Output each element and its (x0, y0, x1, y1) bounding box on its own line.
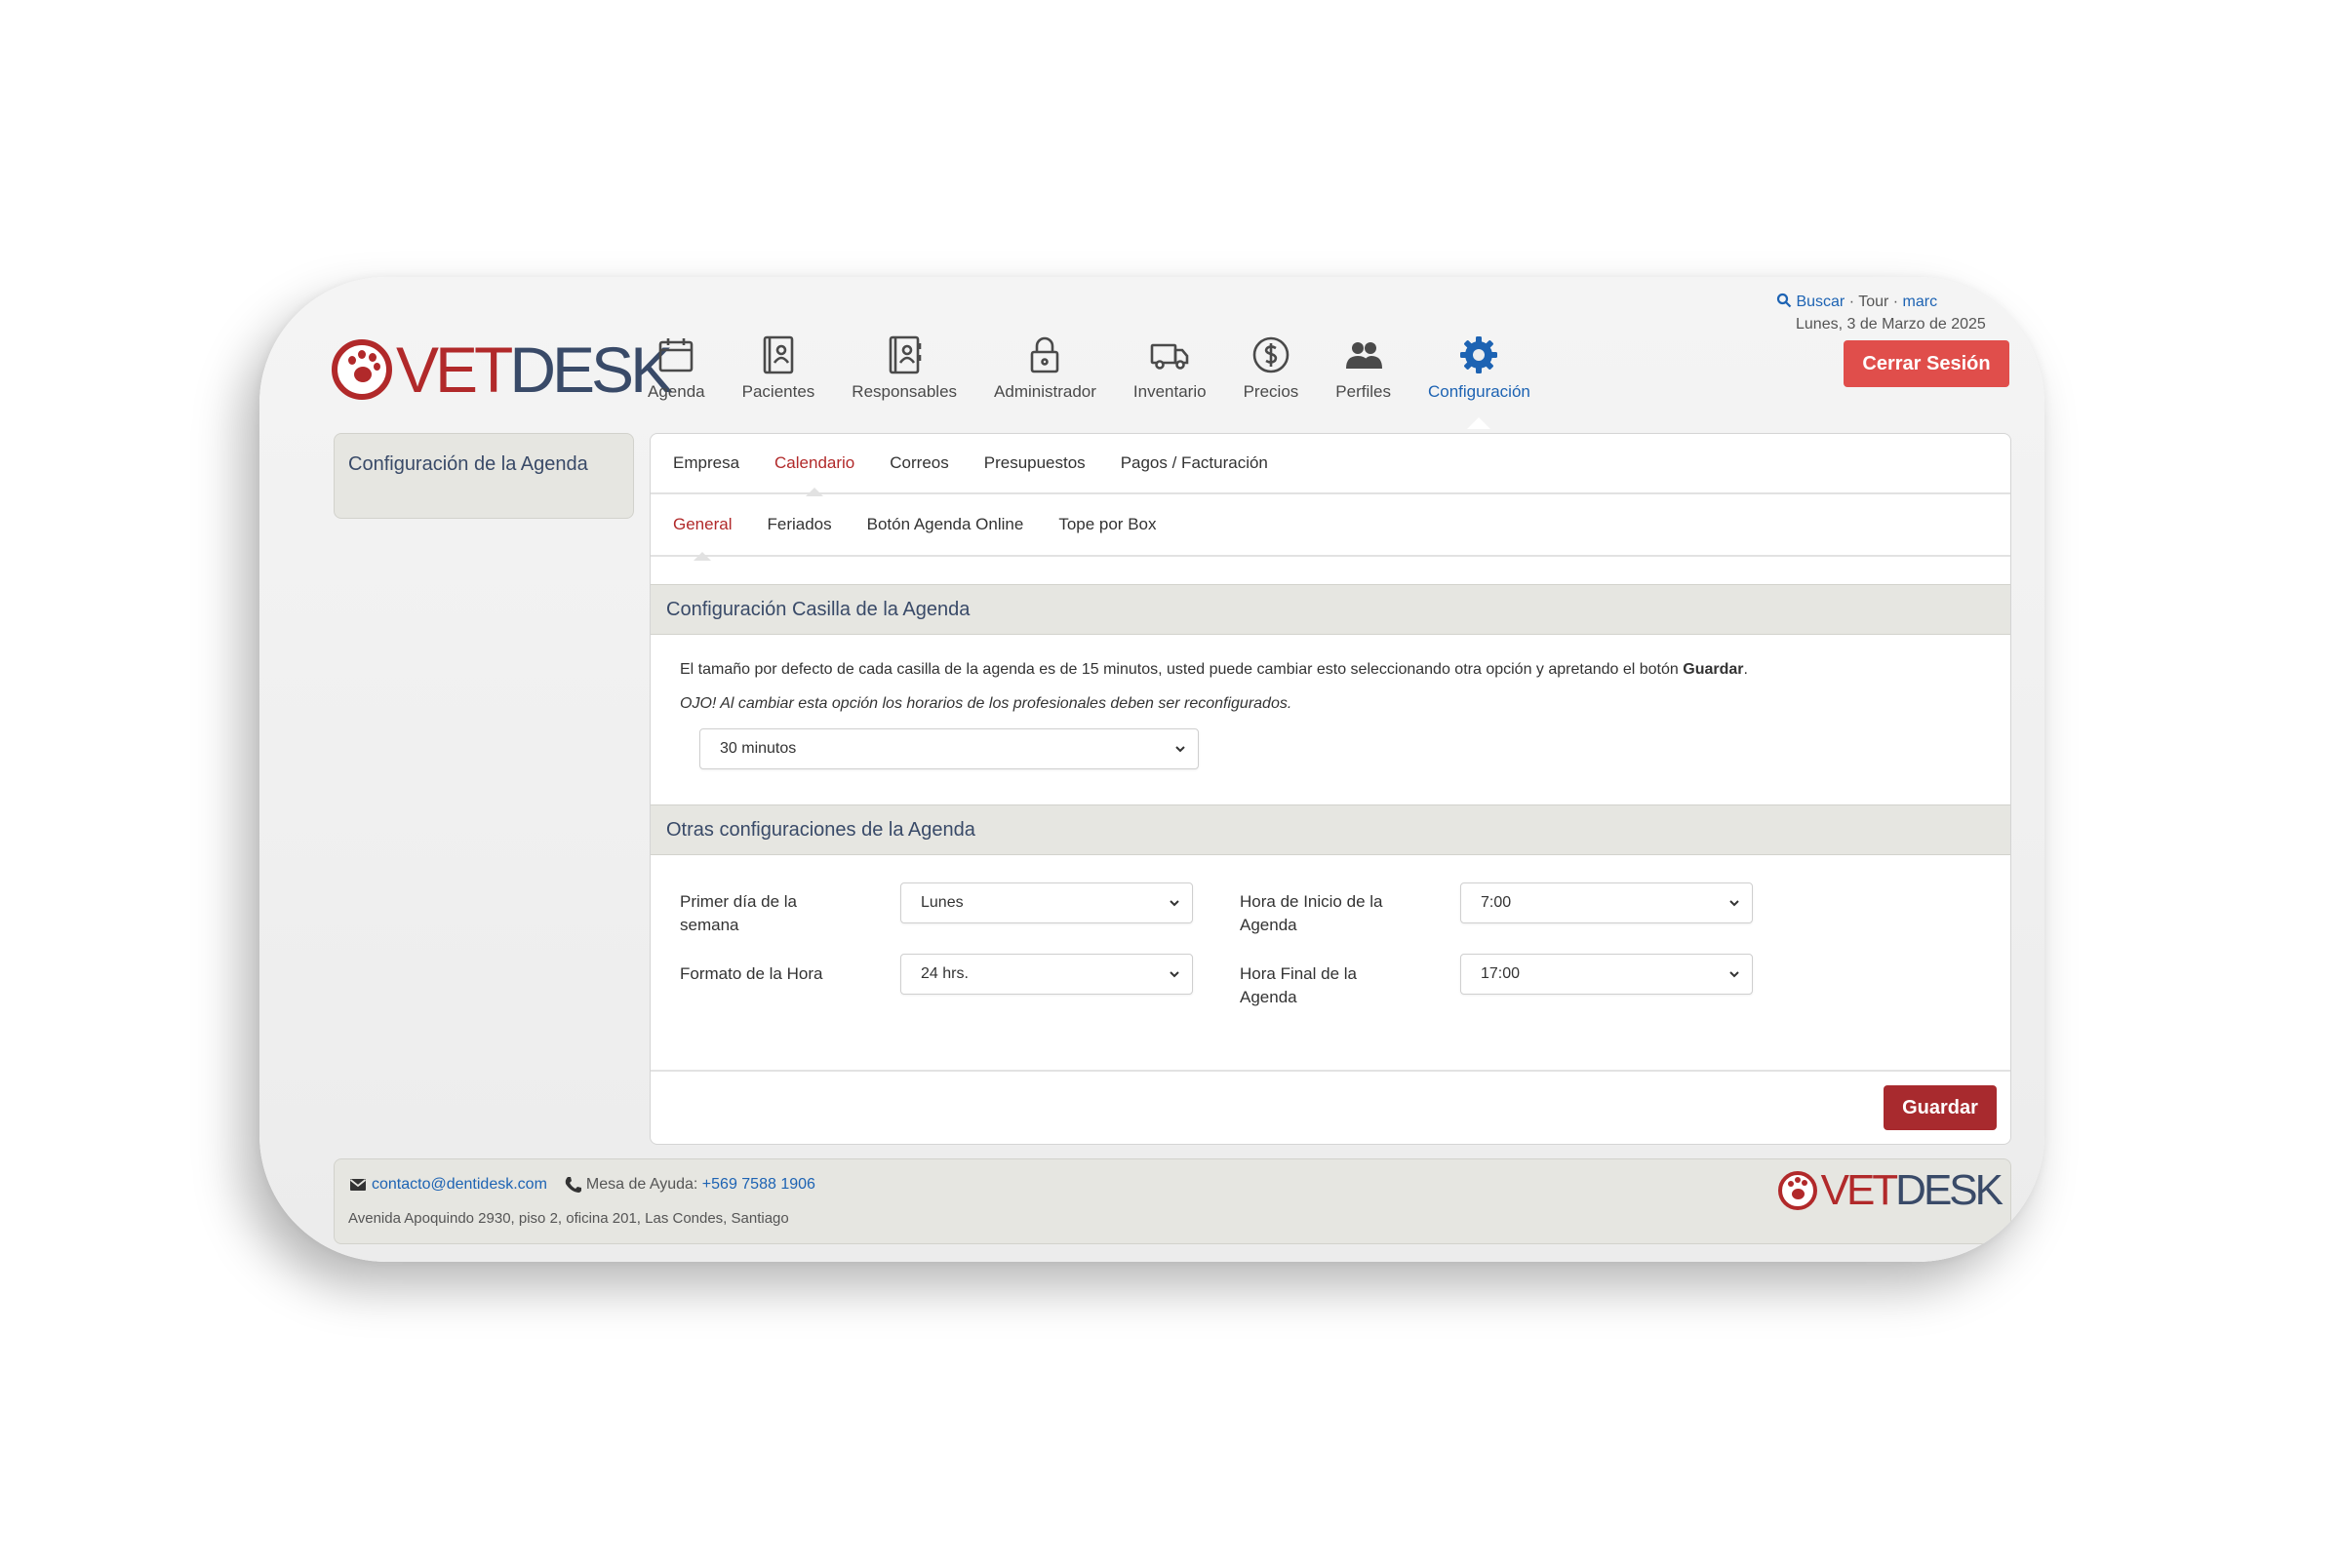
chevron-down-icon (1170, 900, 1179, 907)
dollar-icon (1252, 336, 1290, 373)
tab-empresa[interactable]: Empresa (673, 453, 739, 473)
separator: · (1892, 294, 1899, 310)
app-window: VETDESK Agenda Pacientes Responsables Ad… (259, 277, 2044, 1262)
phone-icon (565, 1177, 581, 1193)
slot-size-select[interactable]: 30 minutos (699, 728, 1199, 769)
nav-pacientes[interactable]: Pacientes (742, 333, 814, 402)
address-text: Avenida Apoquindo 2930, piso 2, oficina … (348, 1210, 789, 1227)
search-link[interactable]: Buscar (1776, 293, 1845, 310)
nav-precios[interactable]: Precios (1244, 333, 1298, 402)
tour-link[interactable]: Tour (1858, 294, 1888, 310)
truck-icon (1150, 343, 1189, 370)
hour-format-select[interactable]: 24 hrs. (900, 954, 1193, 995)
tab-correos[interactable]: Correos (890, 453, 948, 473)
patient-card-icon (763, 335, 794, 374)
chevron-down-icon (1170, 971, 1179, 978)
nav-inventario[interactable]: Inventario (1133, 333, 1207, 402)
sidebar-panel: Configuración de la Agenda (334, 433, 634, 519)
form-actions: Guardar (651, 1070, 2010, 1144)
primary-tabs: Empresa Calendario Correos Presupuestos … (651, 434, 2010, 496)
end-hour-label: Hora Final de la Agenda (1240, 964, 1358, 1006)
email-link[interactable]: contacto@dentidesk.com (372, 1176, 547, 1194)
chevron-down-icon (1729, 971, 1739, 978)
start-hour-label: Hora de Inicio de la Agenda (1240, 892, 1383, 934)
help-label: Mesa de Ayuda: (585, 1176, 698, 1193)
page-footer: contacto@dentidesk.com Mesa de Ayuda: +5… (334, 1158, 2011, 1244)
secondary-tabs: General Feriados Botón Agenda Online Top… (651, 494, 2010, 561)
footer-logo: VETDESK (1777, 1166, 2004, 1214)
slot-warning-text: OJO! Al cambiar esta opción los horarios… (680, 695, 1292, 712)
user-link[interactable]: marc (1903, 294, 1938, 310)
top-links: Buscar · Tour · marc (1776, 293, 1937, 311)
paw-logo-icon (332, 339, 392, 400)
subtab-boton-agenda-online[interactable]: Botón Agenda Online (867, 515, 1024, 534)
save-button[interactable]: Guardar (1884, 1085, 1997, 1130)
gear-icon (1460, 336, 1498, 373)
section-body-casilla: El tamaño por defecto de cada casilla de… (651, 635, 2010, 804)
vetdesk-logo[interactable]: VETDESK (332, 333, 673, 406)
brand-wordmark: VETDESK (1820, 1166, 2004, 1214)
users-icon (1345, 342, 1382, 369)
separator: · (1848, 294, 1855, 310)
subtab-tope-por-box[interactable]: Tope por Box (1058, 515, 1156, 534)
settings-panel: Empresa Calendario Correos Presupuestos … (650, 433, 2011, 1145)
subtab-general[interactable]: General (673, 515, 732, 561)
tab-pagos-facturacion[interactable]: Pagos / Facturación (1121, 453, 1268, 473)
nav-administrador[interactable]: Administrador (994, 333, 1096, 402)
brand-wordmark: VETDESK (396, 333, 673, 406)
nav-responsables[interactable]: Responsables (852, 333, 957, 402)
tab-calendario[interactable]: Calendario (774, 453, 854, 496)
screenshot-stage: VETDESK Agenda Pacientes Responsables Ad… (0, 0, 2341, 1568)
logout-button[interactable]: Cerrar Sesión (1844, 340, 2009, 387)
slot-info-text: El tamaño por defecto de cada casilla de… (680, 661, 1748, 678)
section-header-casilla: Configuración Casilla de la Agenda (651, 584, 2010, 635)
nav-configuracion[interactable]: Configuración (1428, 333, 1530, 429)
section-header-otras: Otras configuraciones de la Agenda (651, 804, 2010, 855)
chevron-down-icon (1175, 746, 1185, 753)
section-body-otras: Primer día de la semana Lunes Formato de… (651, 855, 2010, 1062)
owner-card-icon (889, 335, 922, 374)
sidebar-title[interactable]: Configuración de la Agenda (348, 453, 588, 475)
contact-line: contacto@dentidesk.com Mesa de Ayuda: +5… (348, 1175, 815, 1195)
paw-logo-icon (1777, 1171, 1817, 1210)
tab-presupuestos[interactable]: Presupuestos (984, 453, 1086, 473)
end-hour-select[interactable]: 17:00 (1460, 954, 1753, 995)
envelope-icon (349, 1179, 367, 1191)
current-date: Lunes, 3 de Marzo de 2025 (1796, 316, 1986, 333)
start-hour-select[interactable]: 7:00 (1460, 882, 1753, 923)
subtab-feriados[interactable]: Feriados (767, 515, 831, 534)
lock-icon (1031, 336, 1059, 373)
calendar-icon (659, 338, 694, 372)
chevron-down-icon (1729, 900, 1739, 907)
first-day-label: Primer día de la semana (680, 892, 797, 934)
first-day-select[interactable]: Lunes (900, 882, 1193, 923)
phone-link[interactable]: +569 7588 1906 (702, 1176, 815, 1194)
main-nav: Agenda Pacientes Responsables Administra… (648, 333, 1567, 429)
search-icon (1776, 293, 1792, 308)
hour-format-label: Formato de la Hora (680, 964, 823, 983)
nav-perfiles[interactable]: Perfiles (1335, 333, 1391, 402)
nav-agenda[interactable]: Agenda (648, 333, 705, 402)
